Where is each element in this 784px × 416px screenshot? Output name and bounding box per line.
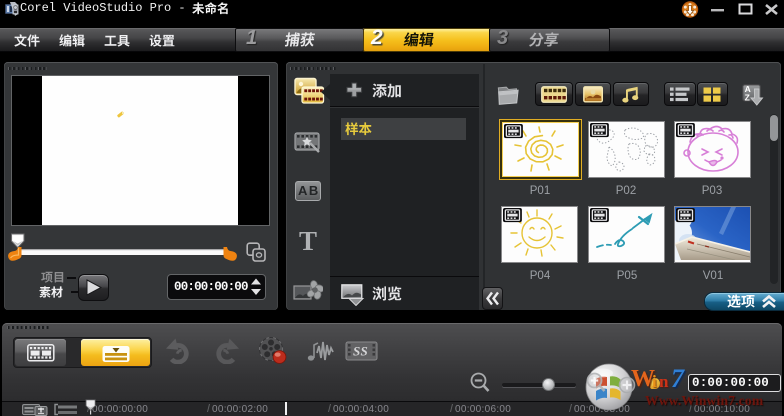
svg-text:S: S bbox=[353, 344, 360, 359]
svg-text:S: S bbox=[361, 344, 368, 359]
svg-text:Z: Z bbox=[745, 92, 750, 102]
